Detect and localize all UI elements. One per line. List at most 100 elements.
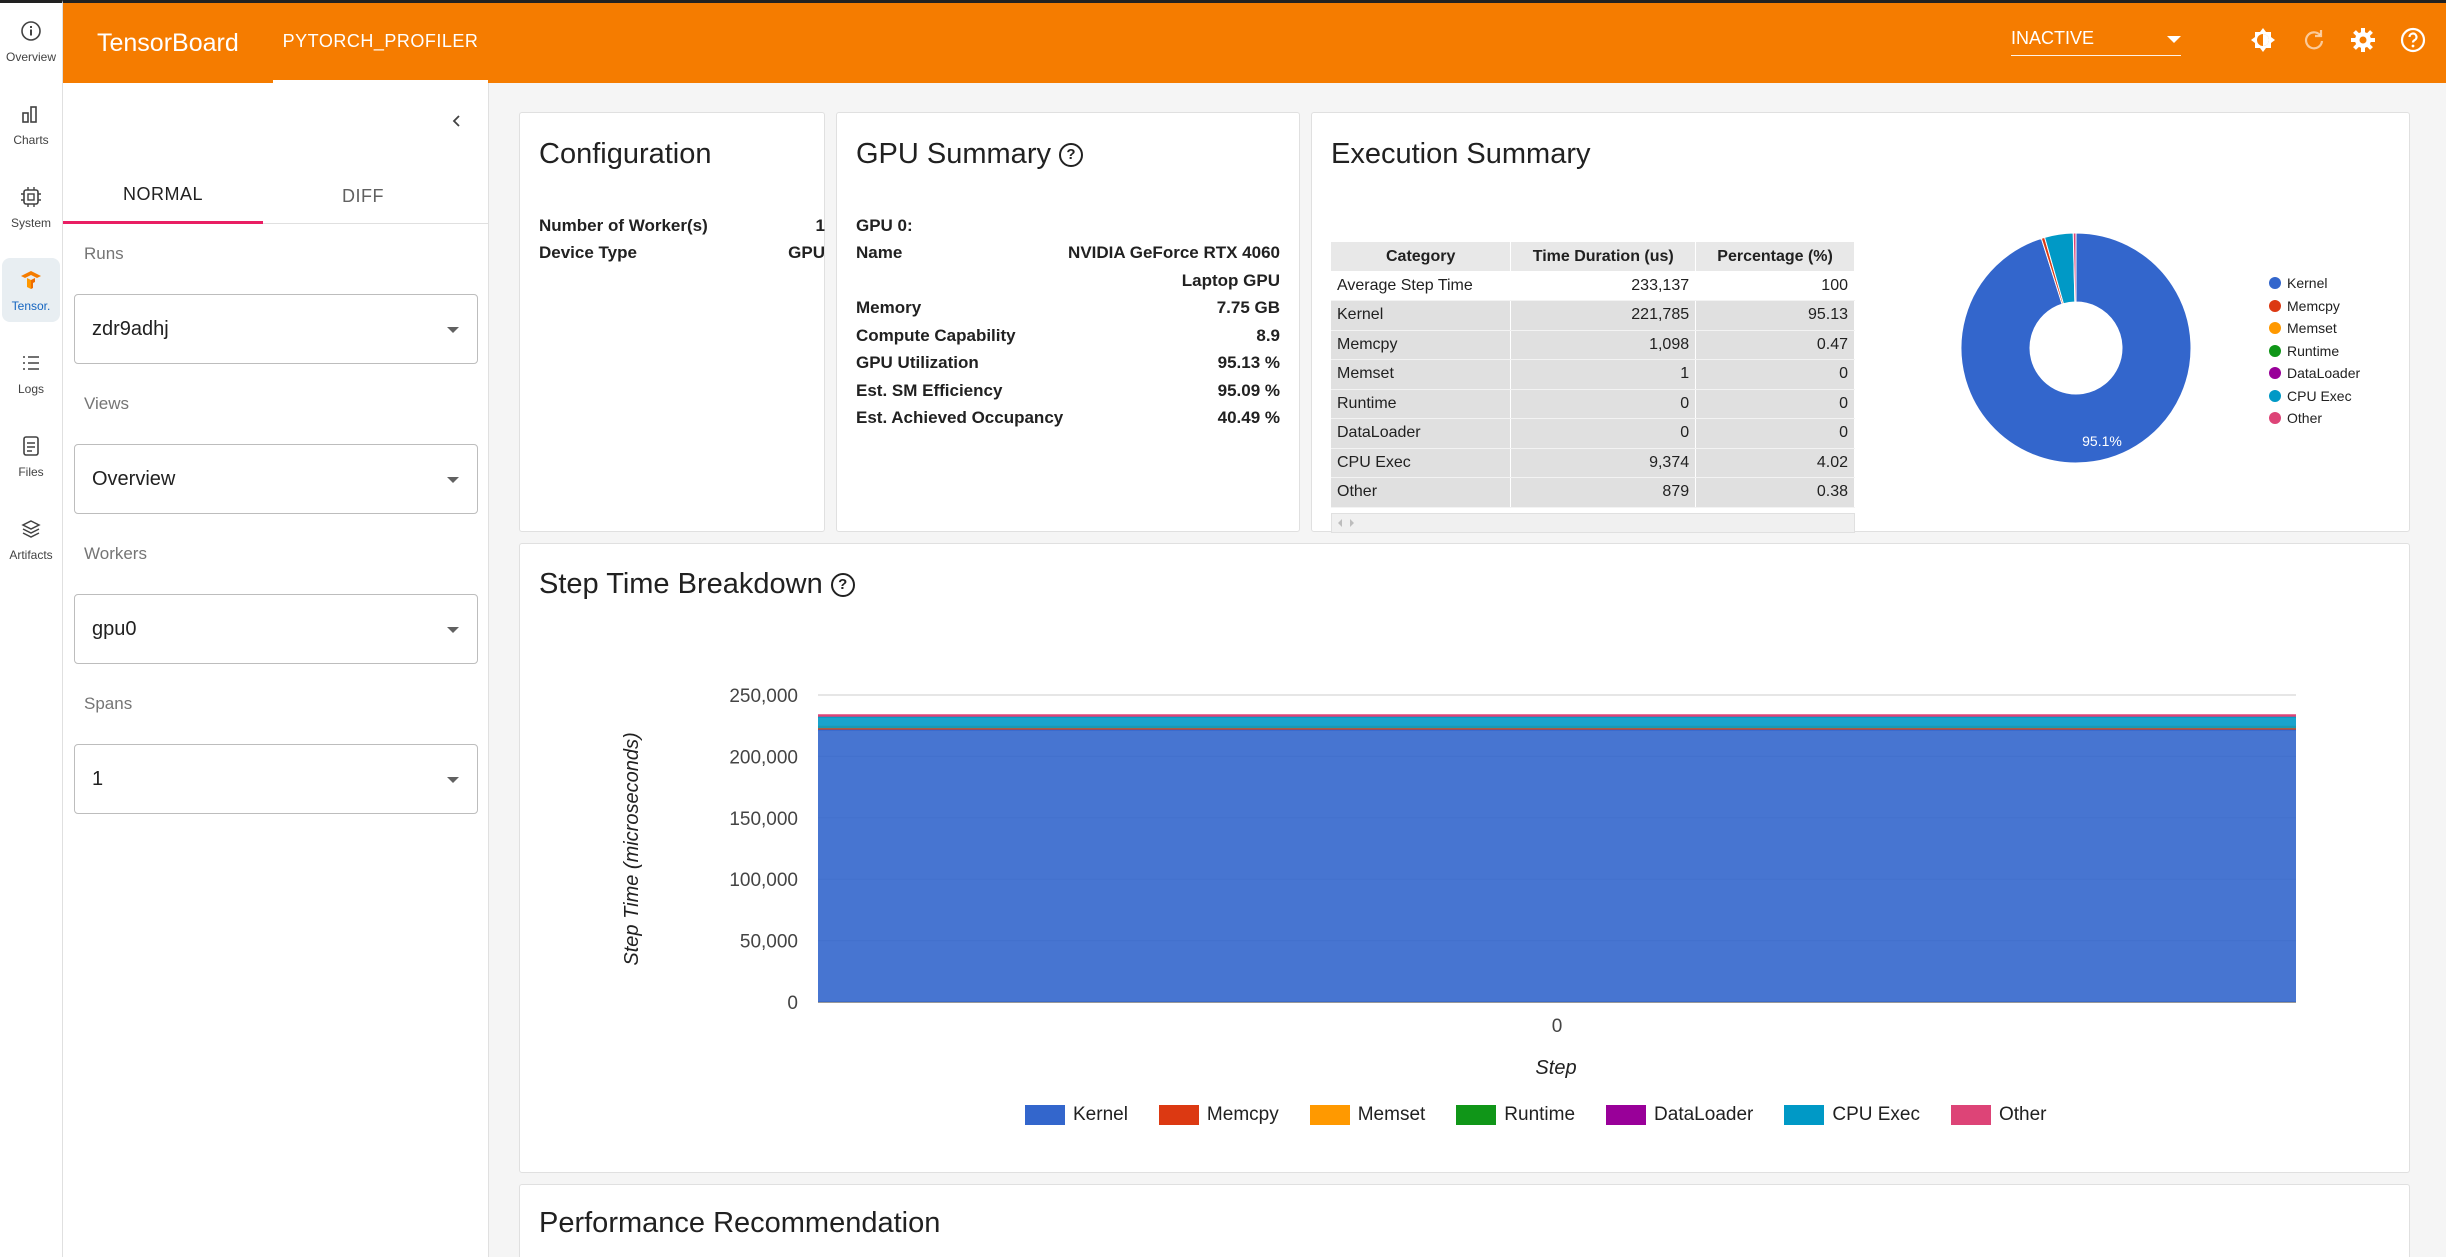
x-tick-label: 0 (1552, 1016, 1563, 1037)
help-button[interactable] (2398, 27, 2428, 57)
views-select[interactable]: Overview (74, 444, 478, 514)
table-row[interactable]: Runtime 0 0 (1331, 389, 1855, 419)
execution-pie-chart: 95.1% (1960, 232, 2192, 464)
layers-icon (18, 516, 44, 542)
chevron-down-icon (447, 627, 459, 633)
rail-item-artifacts[interactable]: Artifacts (2, 507, 60, 571)
legend-swatch (2269, 299, 2281, 312)
configuration-title: Configuration (539, 138, 712, 170)
rail-item-tensorboard[interactable]: Tensor. (2, 258, 60, 322)
config-key: Device Type (539, 243, 637, 262)
gpu-value: 8.9 (1256, 326, 1280, 345)
table-row[interactable]: Average Step Time 233,137 100 (1331, 271, 1855, 301)
column-header[interactable]: Percentage (%) (1695, 242, 1855, 271)
cell: 1,098 (1510, 330, 1697, 360)
brightness-icon (2249, 26, 2277, 59)
legend-item[interactable]: Kernel (2269, 272, 2360, 295)
y-tick-label: 100,000 (729, 870, 798, 891)
reload-button[interactable] (2298, 27, 2328, 57)
area-chart-legend: Kernel Memcpy Memset Runtime DataLoader … (1025, 1104, 2078, 1126)
table-row[interactable]: DataLoader 0 0 (1331, 418, 1855, 449)
legend-item[interactable]: CPU Exec (2269, 385, 2360, 408)
performance-recommendation-card: Performance Recommendation (519, 1184, 2410, 1257)
column-header[interactable]: Time Duration (us) (1510, 242, 1697, 271)
legend-item[interactable]: CPU Exec (1784, 1104, 1920, 1126)
rail-item-overview[interactable]: Overview (2, 9, 60, 73)
cell: 0 (1510, 389, 1697, 419)
config-key: Number of Worker(s) (539, 216, 708, 235)
tab-diff[interactable]: DIFF (263, 168, 463, 224)
area-band-cpu-exec[interactable] (818, 716, 2296, 729)
plugin-status-select[interactable]: INACTIVE (2011, 28, 2181, 56)
views-label: Views (84, 394, 130, 413)
table-row[interactable]: CPU Exec 9,374 4.02 (1331, 448, 1855, 478)
pie-legend: Kernel Memcpy Memset Runtime DataLoader … (2269, 272, 2360, 430)
table-row[interactable]: Kernel 221,785 95.13 (1331, 300, 1855, 331)
legend-item[interactable]: Other (1950, 1104, 2047, 1126)
tab-normal[interactable]: NORMAL (63, 168, 263, 224)
workers-select[interactable]: gpu0 (74, 594, 478, 664)
y-axis-label: Step Time (microseconds) (621, 732, 643, 965)
legend-item[interactable]: Memset (1309, 1104, 1425, 1126)
gpu-value: 40.49 % (1217, 408, 1280, 427)
left-rail: Overview Charts System Tensor. Logs File… (0, 0, 63, 1257)
tab-pytorch-profiler[interactable]: PYTORCH_PROFILER (273, 3, 488, 83)
help-icon[interactable]: ? (1058, 142, 1083, 167)
y-tick-label: 0 (787, 993, 798, 1014)
config-value: GPU (788, 243, 825, 262)
cell: 9,374 (1510, 448, 1697, 478)
theme-toggle-button[interactable] (2248, 27, 2278, 57)
gpu-summary-card: GPU Summary ? GPU 0: Name NVIDIA GeForce… (836, 112, 1300, 532)
cell: 233,137 (1510, 271, 1697, 301)
column-header[interactable]: Category (1331, 242, 1512, 271)
bar-chart-icon (18, 101, 44, 127)
table-row[interactable]: Memset 1 0 (1331, 359, 1855, 390)
workers-value: gpu0 (92, 618, 137, 640)
legend-item[interactable]: Memset (2269, 317, 2360, 340)
cell: 1 (1510, 359, 1697, 390)
rail-item-files[interactable]: Files (2, 424, 60, 488)
cell: 0 (1695, 389, 1855, 419)
rail-item-system[interactable]: System (2, 175, 60, 239)
legend-label: Other (2287, 410, 2323, 427)
spans-select[interactable]: 1 (74, 744, 478, 814)
gpu-label-text: GPU 0: (856, 216, 913, 235)
gpu-value: NVIDIA GeForce RTX 4060 (1068, 243, 1280, 262)
gpu-summary-title-text: GPU Summary (856, 138, 1051, 170)
rail-label: Tensor. (11, 299, 51, 313)
legend-swatch (2269, 277, 2281, 290)
legend-swatch (2269, 322, 2281, 335)
legend-label: Other (1998, 1104, 2047, 1125)
rail-item-charts[interactable]: Charts (2, 92, 60, 156)
legend-label: Kernel (2287, 275, 2328, 292)
legend-label: Memcpy (2287, 297, 2340, 314)
collapse-sidebar-button[interactable] (443, 109, 471, 137)
chevron-down-icon (2167, 36, 2181, 43)
table-row[interactable]: Memcpy 1,098 0.47 (1331, 330, 1855, 360)
chevron-down-icon (447, 327, 459, 333)
settings-button[interactable] (2348, 27, 2378, 57)
table-header-row: Category Time Duration (us) Percentage (… (1331, 242, 1855, 271)
configuration-card: Configuration Number of Worker(s) 1 Devi… (519, 112, 825, 532)
legend-item[interactable]: Kernel (1025, 1104, 1128, 1126)
x-axis-label: Step (1535, 1057, 1576, 1079)
gpu-summary-title: GPU Summary ? (856, 138, 1083, 171)
legend-item[interactable]: Other (2269, 407, 2360, 430)
workers-label: Workers (84, 544, 147, 563)
table-row[interactable]: Other 879 0.38 (1331, 477, 1855, 508)
gpu-value: Laptop GPU (1181, 271, 1280, 290)
legend-item[interactable]: DataLoader (1606, 1104, 1753, 1126)
legend-item[interactable]: Memcpy (2269, 295, 2360, 318)
runs-value: zdr9adhj (92, 318, 169, 340)
runs-select[interactable]: zdr9adhj (74, 294, 478, 364)
table-horizontal-scrollbar[interactable] (1331, 513, 1855, 533)
cell: 0 (1510, 418, 1697, 449)
legend-item[interactable]: Runtime (2269, 340, 2360, 363)
rail-item-logs[interactable]: Logs (2, 341, 60, 405)
rail-label: Charts (13, 133, 49, 147)
legend-item[interactable]: DataLoader (2269, 362, 2360, 385)
cell: Memcpy (1331, 330, 1512, 360)
legend-item[interactable]: Memcpy (1158, 1104, 1279, 1126)
legend-item[interactable]: Runtime (1456, 1104, 1575, 1126)
area-band-kernel[interactable] (818, 729, 2296, 1002)
